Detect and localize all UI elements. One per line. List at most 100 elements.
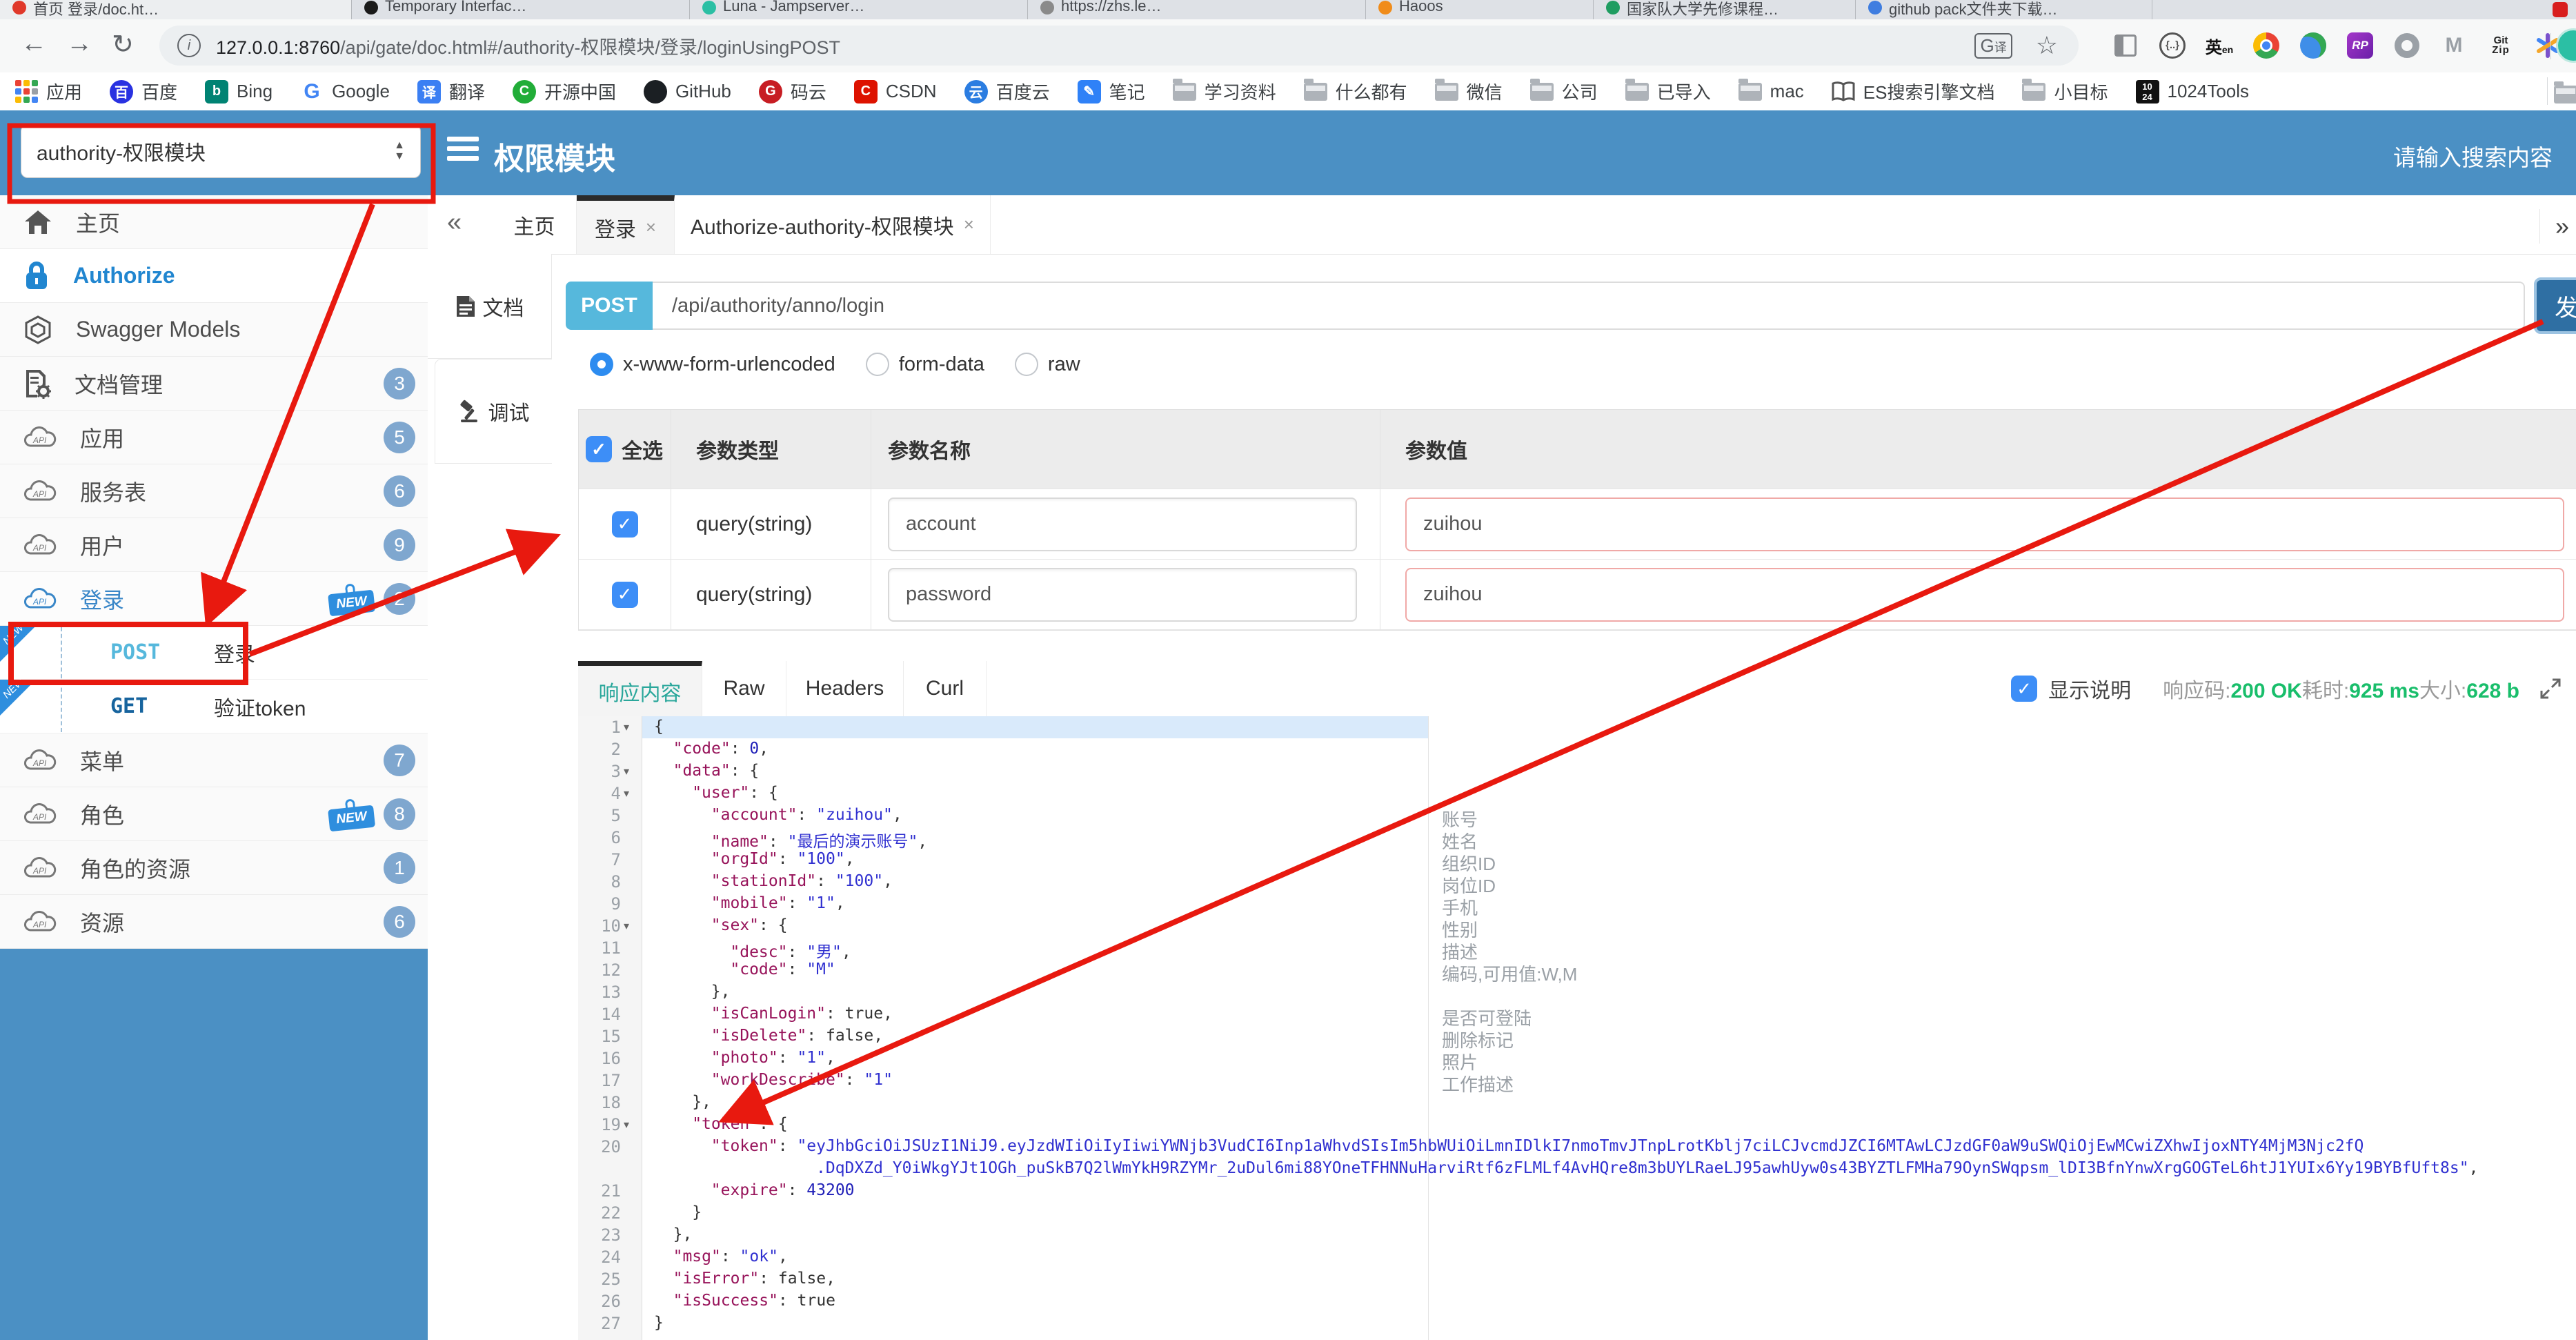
browser-tab[interactable]: https://zhs.le… xyxy=(1028,0,1366,19)
response-tab-Headers[interactable]: Headers xyxy=(786,661,904,716)
bookmark-item[interactable]: C 开源中国 xyxy=(512,79,616,104)
param-checkbox[interactable]: ✓ xyxy=(611,581,638,608)
bookmark-item[interactable]: b Bing xyxy=(205,79,273,104)
response-tab-Raw[interactable]: Raw xyxy=(702,661,786,716)
bookmark-item[interactable]: G Google xyxy=(300,80,390,104)
bookmark-item[interactable]: C CSDN xyxy=(853,79,937,104)
sidebar-item-group[interactable]: API 角色 NEW 8 xyxy=(0,787,428,841)
show-description-toggle[interactable]: ✓ 显示说明 xyxy=(2011,673,2131,704)
mshield-extension-icon[interactable]: M xyxy=(2439,31,2468,60)
bookmark-item[interactable]: 学习资料 xyxy=(1172,78,1276,104)
param-name-input[interactable]: account xyxy=(888,497,1357,551)
sidebar-item-group[interactable]: API 菜单 7 xyxy=(0,733,428,787)
radio-icon[interactable] xyxy=(865,353,889,376)
tab-favicon-icon[interactable] xyxy=(2553,2,2568,17)
forward-icon[interactable]: → xyxy=(66,29,92,59)
body-type-radio-x-www-form-urlencoded[interactable]: x-www-form-urlencoded xyxy=(590,353,835,376)
bookmark-item[interactable]: G 码云 xyxy=(758,79,826,104)
search-input[interactable]: 请输入搜索内容 xyxy=(2393,139,2553,173)
sidebar-endpoint-post[interactable]: NEW POST 登录 xyxy=(0,622,428,680)
bookmarks-overflow[interactable]: 其 xyxy=(2554,81,2576,107)
content-tab[interactable]: 登录 × xyxy=(577,195,675,254)
bookmark-item[interactable]: ES搜索引擎文档 xyxy=(1832,79,1994,104)
param-value-input[interactable]: zuihou xyxy=(1405,497,2564,551)
sidebar-item-doc-gear[interactable]: 文档管理 3 xyxy=(0,357,428,411)
body-type-radio-raw[interactable]: raw xyxy=(1014,353,1080,376)
chrome-extension-icon[interactable] xyxy=(2252,31,2281,60)
send-button[interactable]: 发 xyxy=(2534,277,2576,334)
sidebar-item-group[interactable]: API 用户 9 xyxy=(0,518,428,572)
param-checkbox[interactable]: ✓ xyxy=(611,511,638,538)
browser-tab[interactable]: 首页 登录/doc.ht… xyxy=(0,0,352,19)
globe-extension-icon[interactable] xyxy=(2299,31,2328,60)
site-info-icon[interactable]: i xyxy=(177,34,201,57)
tab-doc[interactable]: 文档 xyxy=(428,254,552,359)
content-tab[interactable]: 主页 xyxy=(493,195,577,254)
fold-arrow-icon[interactable]: ▾ xyxy=(624,1118,629,1132)
sidebar-item-group[interactable]: API 资源 6 xyxy=(0,895,428,949)
fullscreen-icon[interactable] xyxy=(2539,677,2562,700)
sidebar-endpoint-get[interactable]: NEW GET 验证token xyxy=(0,676,428,733)
bookmark-item[interactable]: 10 24 1024Tools xyxy=(2135,79,2249,104)
panel-extension-icon[interactable] xyxy=(2111,31,2140,60)
fold-arrow-icon[interactable]: ▾ xyxy=(624,720,629,734)
close-icon[interactable]: × xyxy=(646,217,656,238)
url-text: 127.0.0.1:8760/api/gate/doc.html#/author… xyxy=(216,37,840,58)
bookmark-item[interactable]: 什么都有 xyxy=(1303,78,1407,104)
fold-arrow-icon[interactable]: ▾ xyxy=(624,787,629,800)
bookmark-item[interactable]: 公司 xyxy=(1529,78,1598,104)
checkbox-checked-icon[interactable]: ✓ xyxy=(2011,676,2038,702)
bookmark-item[interactable]: 已导入 xyxy=(1625,78,1711,104)
module-select[interactable]: authority-权限模块 ▲ ▼ xyxy=(21,124,421,178)
bookmark-item[interactable]: 小目标 xyxy=(2022,78,2108,104)
bookmark-item[interactable]: 译翻译 xyxy=(417,79,485,104)
ring-extension-icon[interactable] xyxy=(2392,31,2421,60)
tabs-expand-icon[interactable]: » xyxy=(2539,209,2569,244)
en-extension-icon[interactable]: 英en xyxy=(2205,31,2234,60)
tab-debug[interactable]: 调试 xyxy=(435,359,552,464)
radio-icon[interactable] xyxy=(590,353,613,376)
bookmark-item[interactable]: mac xyxy=(1738,78,1804,102)
braces-extension-icon[interactable]: {..} xyxy=(2158,31,2187,60)
select-all-checkbox[interactable]: ✓ xyxy=(586,436,612,462)
bookmark-item[interactable]: 应用 xyxy=(15,79,82,104)
bookmark-item[interactable]: ✎ 笔记 xyxy=(1077,79,1145,104)
sidebar-item-group[interactable]: API 角色的资源 1 xyxy=(0,841,428,895)
request-url-input[interactable]: /api/authority/anno/login xyxy=(653,282,2525,330)
sidebar-item-lock[interactable]: Authorize xyxy=(0,249,428,303)
bookmark-item[interactable]: GitHub xyxy=(643,79,731,104)
param-value-input[interactable]: zuihou xyxy=(1405,567,2564,622)
gitzip-extension-icon[interactable]: Git Zip xyxy=(2486,31,2515,60)
response-tab-Curl[interactable]: Curl xyxy=(904,661,987,716)
sidebar-item-home[interactable]: 主页 xyxy=(0,195,428,249)
browser-tab[interactable]: github pack文件夹下载… xyxy=(1856,0,2152,19)
radio-icon[interactable] xyxy=(1014,353,1038,376)
bookmark-item[interactable]: 微信 xyxy=(1434,78,1503,104)
translate-icon[interactable]: G译 xyxy=(1974,32,2012,59)
browser-tab[interactable]: 国家队大学先修课程… xyxy=(1594,0,1856,19)
browser-tab[interactable]: Temporary Interfac… xyxy=(352,0,690,19)
rp-extension-icon[interactable]: RP xyxy=(2346,31,2375,60)
content-tab[interactable]: Authorize-authority-权限模块 × xyxy=(675,195,991,254)
fold-arrow-icon[interactable]: ▾ xyxy=(624,919,629,933)
response-body-editor[interactable]: 1 ▾{2 "code": 0, 3 ▾ "data": {4 ▾ "user": {5 "ac… xyxy=(578,716,2576,1340)
url-bar[interactable]: i 127.0.0.1:8760/api/gate/doc.html#/auth… xyxy=(159,26,2079,66)
sidebar-item-hexagon[interactable]: Swagger Models xyxy=(0,303,428,357)
fold-arrow-icon[interactable]: ▾ xyxy=(624,765,629,778)
bookmark-item[interactable]: 云百度云 xyxy=(964,79,1050,104)
browser-tab[interactable]: Haoos xyxy=(1366,0,1594,19)
reload-icon[interactable]: ↻ xyxy=(112,29,134,60)
close-icon[interactable]: × xyxy=(964,214,974,235)
param-name-input[interactable]: password xyxy=(888,567,1357,622)
tabs-collapse-icon[interactable]: « xyxy=(447,208,462,237)
menu-hamburger-icon[interactable] xyxy=(447,137,479,164)
back-icon[interactable]: ← xyxy=(21,29,47,59)
bookmark-item[interactable]: 百百度 xyxy=(110,79,177,104)
sidebar-item-group[interactable]: API 登录 NEW 2 xyxy=(0,572,428,626)
bookmark-star-icon[interactable]: ☆ xyxy=(2036,31,2058,60)
browser-tab[interactable]: Luna - Jampserver… xyxy=(690,0,1028,19)
response-tab-响应内容[interactable]: 响应内容 xyxy=(578,661,702,716)
sidebar-item-group[interactable]: API 应用 5 xyxy=(0,411,428,464)
body-type-radio-form-data[interactable]: form-data xyxy=(865,353,984,376)
sidebar-item-group[interactable]: API 服务表 6 xyxy=(0,464,428,518)
